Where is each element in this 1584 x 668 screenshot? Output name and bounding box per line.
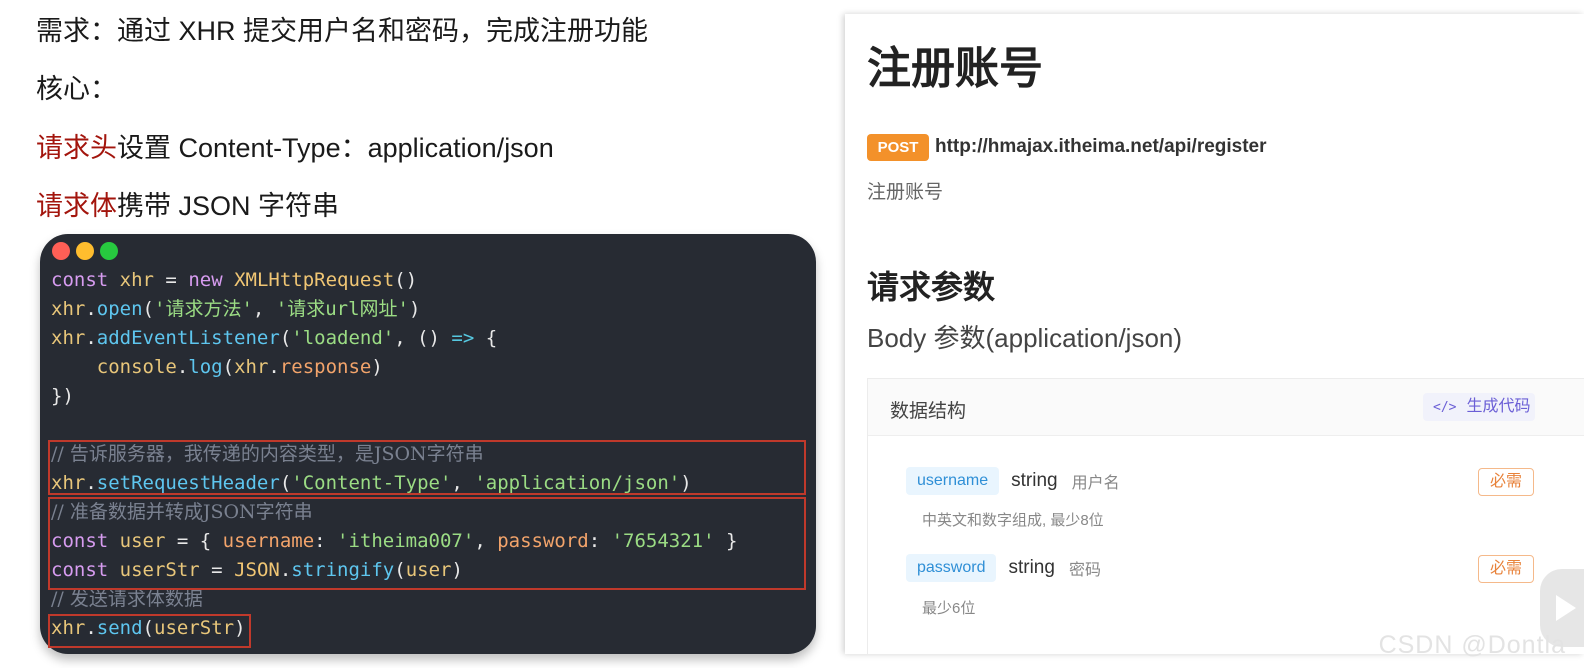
generate-code-button[interactable]: </> 生成代码	[1423, 393, 1535, 421]
core-point-header: 请求头设置 Content-Type：application/json	[36, 131, 554, 165]
method-badge: POST	[867, 134, 929, 161]
play-icon	[1556, 595, 1576, 621]
slide-left: 需求：通过 XHR 提交用户名和密码，完成注册功能 核心： 请求头设置 Cont…	[0, 0, 840, 668]
params-heading: 请求参数	[867, 269, 996, 305]
body-detail: 携带 JSON 字符串	[117, 191, 340, 221]
param-label: 密码	[1068, 562, 1101, 579]
header-keyword: 请求头	[36, 133, 117, 163]
required-badge: 必需	[1478, 555, 1534, 583]
page-title: 注册账号	[867, 44, 1043, 93]
requirement-text: 需求：通过 XHR 提交用户名和密码，完成注册功能	[36, 16, 649, 46]
body-params-heading: Body 参数(application/json)	[867, 323, 1183, 353]
param-note: 最少6位	[922, 600, 976, 617]
param-name-tag: username	[906, 467, 1000, 495]
body-keyword: 请求体	[36, 191, 117, 221]
param-type: string	[1011, 470, 1058, 491]
minimize-dot-icon	[76, 242, 94, 260]
core-label: 核心：	[36, 74, 117, 104]
generate-code-label: 生成代码	[1466, 398, 1531, 415]
highlight-box-send	[48, 614, 251, 648]
code-line-4: console.log(xhr.response)	[96, 356, 383, 378]
code-line-5: })	[51, 385, 74, 407]
param-name-tag: password	[906, 554, 997, 582]
param-type: string	[1008, 557, 1055, 578]
header-detail: 设置 Content-Type：application/json	[117, 133, 554, 163]
code-line-2: xhr.open('请求方法', '请求url网址')	[51, 298, 421, 320]
code-line-3: xhr.addEventListener('loadend', () => {	[51, 327, 498, 349]
panel-header: 数据结构 </> 生成代码	[868, 379, 1584, 436]
panel-title: 数据结构	[890, 401, 967, 422]
maximize-dot-icon	[100, 242, 118, 260]
endpoint-description: 注册账号	[867, 182, 944, 203]
highlight-box-header	[48, 440, 806, 495]
endpoint-url: http://hmajax.itheima.net/api/register	[935, 136, 1267, 157]
window-controls	[52, 242, 118, 260]
code-icon: </>	[1433, 400, 1457, 415]
required-badge: 必需	[1478, 468, 1534, 496]
core-point-body: 请求体携带 JSON 字符串	[36, 189, 339, 223]
close-dot-icon	[52, 242, 70, 260]
param-note: 中英文和数字组成, 最少8位	[922, 512, 1104, 529]
watermark: CSDN @Dontla	[1378, 631, 1566, 659]
param-label: 用户名	[1071, 475, 1120, 492]
code-line-1: const xhr = new XMLHttpRequest()	[51, 269, 418, 291]
param-username: username string 用户名	[906, 467, 1120, 495]
data-structure-panel: 数据结构 </> 生成代码 username string 用户名 必需 中英文和数字…	[867, 378, 1584, 654]
highlight-box-body	[48, 497, 806, 590]
api-doc-panel: 注册账号 POST http://hmajax.itheima.net/api/…	[845, 14, 1584, 654]
param-password: password string 密码	[906, 554, 1101, 582]
